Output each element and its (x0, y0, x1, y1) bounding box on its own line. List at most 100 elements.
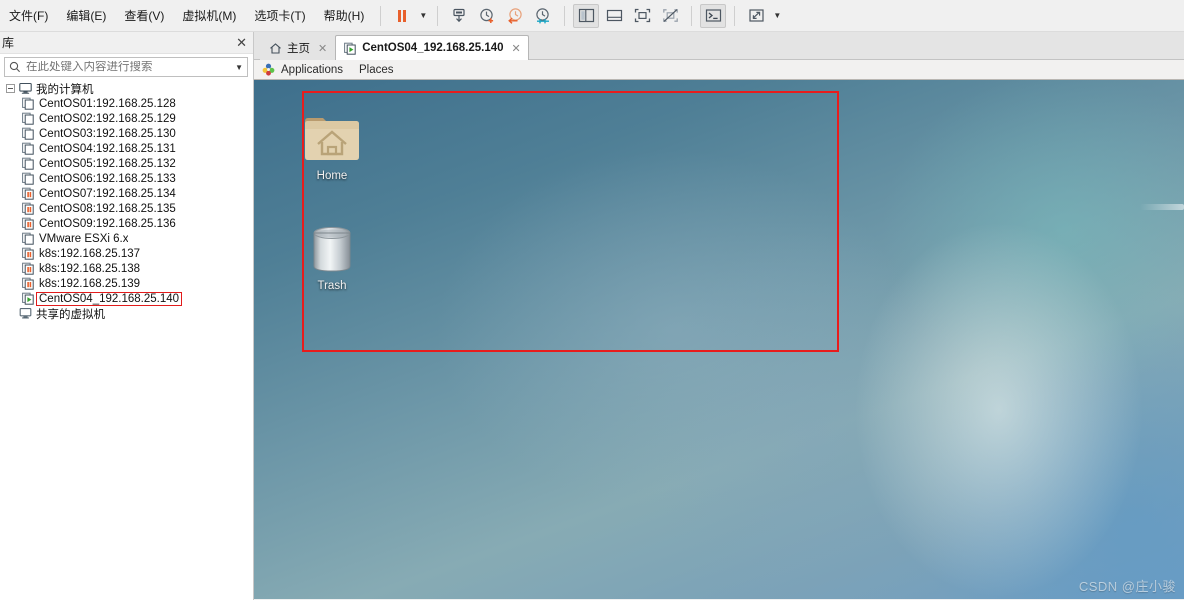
tree-item-vm[interactable]: CentOS06:192.168.25.133 (4, 171, 253, 186)
tree-item-label: VMware ESXi 6.x (39, 232, 129, 245)
console-icon (705, 9, 721, 22)
library-search-box[interactable]: ▼ (4, 57, 248, 77)
tree-item-vm[interactable]: CentOS03:192.168.25.130 (4, 126, 253, 141)
full-screen-button[interactable] (629, 4, 655, 28)
power-pause-button[interactable] (389, 4, 415, 28)
tree-item-vm[interactable]: CentOS08:192.168.25.135 (4, 201, 253, 216)
tree-item-vm[interactable]: CentOS02:192.168.25.129 (4, 111, 253, 126)
tree-item-vm[interactable]: k8s:192.168.25.138 (4, 261, 253, 276)
tree-item-vm[interactable]: CentOS05:192.168.25.132 (4, 156, 253, 171)
vm-suspended-icon (22, 262, 34, 275)
applications-menu[interactable]: Applications (262, 63, 343, 76)
menu-help[interactable]: 帮助(H) (315, 3, 374, 28)
tree-item-label: k8s:192.168.25.138 (39, 262, 141, 275)
tree-item-vm[interactable]: CentOS04:192.168.25.131 (4, 141, 253, 156)
watermark: CSDN @庄小骏 (1078, 579, 1176, 594)
guest-gnome-panel: Applications Places (254, 60, 1184, 80)
tree-item-label: k8s:192.168.25.139 (39, 277, 141, 290)
tab-label: 主页 (287, 43, 310, 55)
vm-powered-off-icon (22, 97, 34, 110)
vm-tree: 我的计算机 CentOS01:192.168.25.128 CentOS02:192… (0, 81, 253, 321)
menu-vm[interactable]: 虚拟机(M) (173, 3, 245, 28)
revert-snapshot-button[interactable] (502, 4, 528, 28)
annotation-rectangle (302, 91, 839, 352)
menu-tabs[interactable]: 选项卡(T) (245, 3, 314, 28)
vm-suspended-icon (22, 247, 34, 260)
tree-item-vm[interactable]: CentOS07:192.168.25.134 (4, 186, 253, 201)
snapshot-mgr-icon (536, 7, 550, 23)
tab-vm-console[interactable]: CentOS04_192.168.25.140 ✕ (335, 35, 529, 60)
search-dropdown-caret-icon[interactable]: ▼ (235, 63, 243, 72)
power-dropdown-caret-icon[interactable]: ▼ (416, 4, 430, 28)
vmware-workstation-window: 文件(F) 编辑(E) 查看(V) 虚拟机(M) 选项卡(T) 帮助(H) ▼ (0, 0, 1184, 600)
take-snapshot-button[interactable] (474, 4, 500, 28)
guest-desktop[interactable]: Home Trash CSDN @庄小骏 (254, 80, 1184, 599)
places-menu[interactable]: Places (359, 64, 394, 76)
toolbar-separator (734, 5, 736, 26)
tree-item-vm[interactable]: k8s:192.168.25.139 (4, 276, 253, 291)
vm-powered-off-icon (22, 112, 34, 125)
console-view-button[interactable] (700, 3, 727, 28)
computer-icon (19, 82, 32, 94)
vm-powered-off-icon (22, 127, 34, 140)
stretch-icon (749, 9, 764, 22)
tree-item-label: CentOS04:192.168.25.131 (39, 142, 176, 155)
library-header: 库 ✕ (0, 32, 253, 54)
desktop-icon-label: Home (316, 170, 348, 182)
manage-snapshot-button[interactable] (446, 4, 472, 28)
snapshot-revert-icon (508, 7, 523, 24)
layout-unity-icon (662, 9, 678, 22)
applications-menu-label: Applications (281, 63, 344, 76)
show-thumbnail-bar-button[interactable] (601, 4, 627, 28)
menu-edit[interactable]: 编辑(E) (57, 3, 115, 28)
desktop-icon-home[interactable]: Home (289, 108, 375, 182)
tab-strip: 主页 ✕ CentOS04_192.168.25.140 ✕ (254, 32, 1184, 60)
tab-close-icon[interactable]: ✕ (318, 42, 327, 55)
gnome-foot-icon (262, 63, 275, 76)
search-input[interactable] (26, 61, 231, 73)
library-title: 库 (2, 36, 14, 50)
toolbar-separator (564, 5, 566, 26)
menu-file[interactable]: 文件(F) (0, 3, 57, 28)
tree-item-label: CentOS07:192.168.25.134 (39, 187, 176, 200)
tree-item-vm[interactable]: CentOS01:192.168.25.128 (4, 96, 253, 111)
show-library-button[interactable] (573, 3, 600, 28)
home-icon (270, 42, 281, 54)
tree-item-shared-vms[interactable]: 共享的虚拟机 (4, 306, 253, 321)
snapshot-manage-icon (453, 8, 465, 22)
tree-item-vm[interactable]: VMware ESXi 6.x (4, 231, 253, 246)
desktop-icon-trash[interactable]: Trash (289, 218, 375, 292)
tree-item-vm[interactable]: k8s:192.168.25.137 (4, 246, 253, 261)
tree-item-label: CentOS08:192.168.25.135 (39, 202, 176, 215)
tab-home[interactable]: 主页 ✕ (260, 35, 336, 60)
pause-icon (398, 9, 407, 22)
shared-vm-icon (19, 308, 32, 319)
vm-pane: 主页 ✕ CentOS04_192.168.25.140 ✕ Applications… (254, 32, 1184, 600)
tree-item-vm[interactable]: CentOS04_192.168.25.140 (4, 291, 253, 306)
tree-item-label: CentOS02:192.168.25.129 (39, 112, 176, 125)
tree-root-my-computer[interactable]: 我的计算机 (4, 81, 253, 96)
tree-root-label: 我的计算机 (36, 83, 94, 96)
vm-suspended-icon (22, 187, 34, 200)
menu-view[interactable]: 查看(V) (115, 3, 173, 28)
search-icon (9, 61, 21, 73)
tree-item-label: CentOS05:192.168.25.132 (39, 157, 176, 170)
desktop-icon-label: Trash (317, 280, 347, 292)
close-icon[interactable]: ✕ (236, 36, 247, 49)
tree-item-vm[interactable]: CentOS09:192.168.25.136 (4, 216, 253, 231)
vm-suspended-icon (22, 217, 34, 230)
tab-close-icon[interactable]: ✕ (512, 42, 521, 55)
guest-window-edge-artifact (1140, 204, 1184, 210)
snapshot-manager-button[interactable] (530, 4, 556, 28)
expander-collapse-icon[interactable] (6, 84, 15, 93)
toolbar-separator (437, 5, 439, 26)
unity-mode-button[interactable] (657, 4, 683, 28)
trash-can-icon (289, 218, 375, 276)
stretch-dropdown-caret-icon[interactable]: ▼ (770, 4, 784, 28)
tree-item-label: 共享的虚拟机 (36, 308, 105, 321)
tree-item-label: CentOS03:192.168.25.130 (39, 127, 176, 140)
tab-label: CentOS04_192.168.25.140 (362, 42, 504, 54)
vm-suspended-icon (22, 277, 34, 290)
stretch-guest-button[interactable] (743, 4, 769, 28)
vm-running-icon (344, 42, 356, 55)
